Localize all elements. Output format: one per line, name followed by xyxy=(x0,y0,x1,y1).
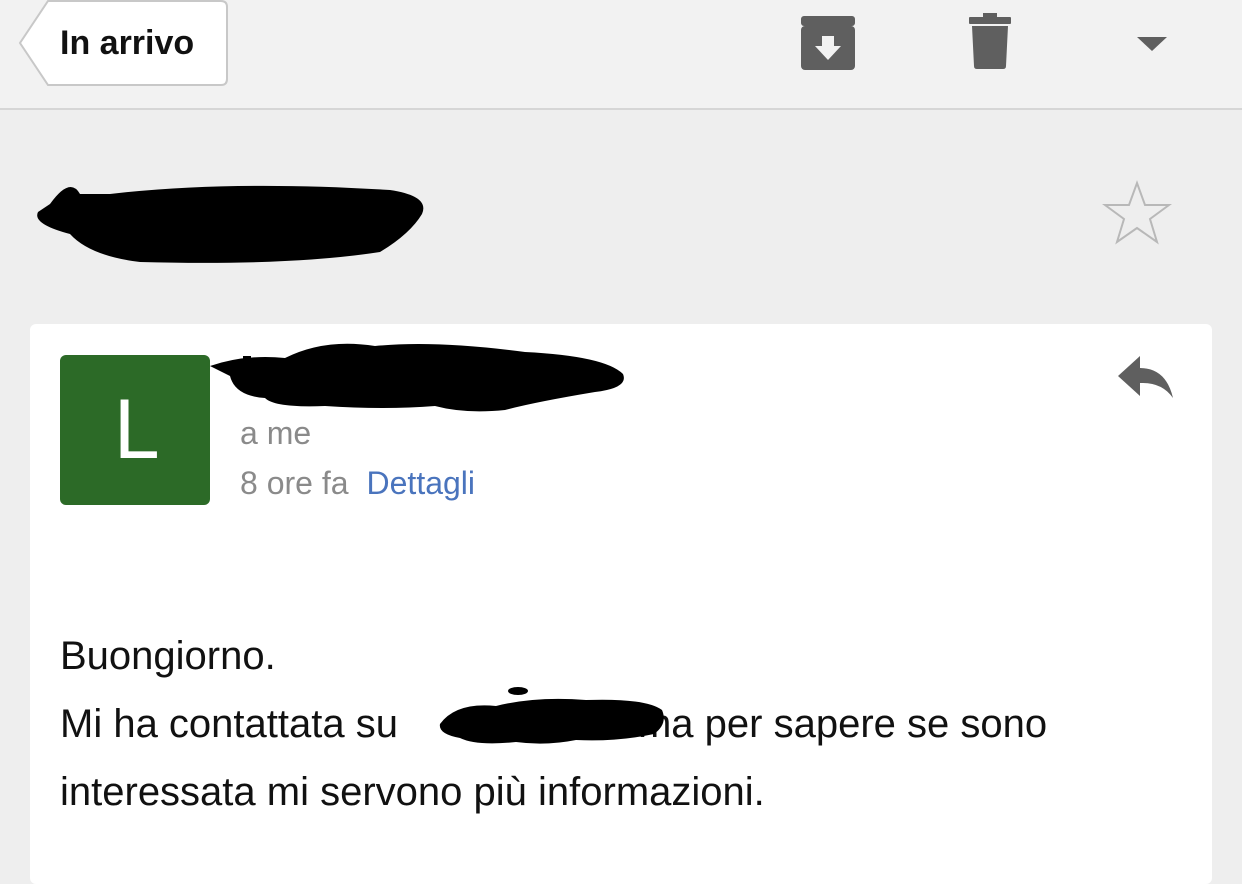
avatar: L xyxy=(60,355,210,505)
star-icon[interactable] xyxy=(1101,180,1173,251)
body-line-3: interessata mi servono più informazioni. xyxy=(60,770,765,814)
body-line-2-end: ma per sapere se sono xyxy=(637,702,1048,746)
trash-icon[interactable] xyxy=(966,12,1014,77)
back-button[interactable]: In arrivo xyxy=(18,0,228,86)
redacted-sender xyxy=(210,343,624,412)
details-link[interactable]: Dettagli xyxy=(367,465,476,501)
top-toolbar: In arrivo xyxy=(0,0,1242,110)
reply-icon[interactable] xyxy=(1116,352,1176,407)
message-time: 8 ore fa xyxy=(240,465,349,501)
avatar-letter: L xyxy=(112,383,158,477)
body-line-2-start: Mi ha contattata su xyxy=(60,702,398,746)
chevron-down-icon[interactable] xyxy=(1134,34,1170,59)
body-line-1: Buongiorno. xyxy=(60,634,276,678)
subject-row xyxy=(0,150,1242,280)
redacted-subject xyxy=(37,185,424,263)
time-row: 8 ore fa Dettagli xyxy=(240,465,475,502)
archive-icon[interactable] xyxy=(798,12,858,79)
back-button-label: In arrivo xyxy=(60,23,195,62)
redacted-body-word xyxy=(439,687,664,744)
recipient-label: a me xyxy=(240,415,312,451)
